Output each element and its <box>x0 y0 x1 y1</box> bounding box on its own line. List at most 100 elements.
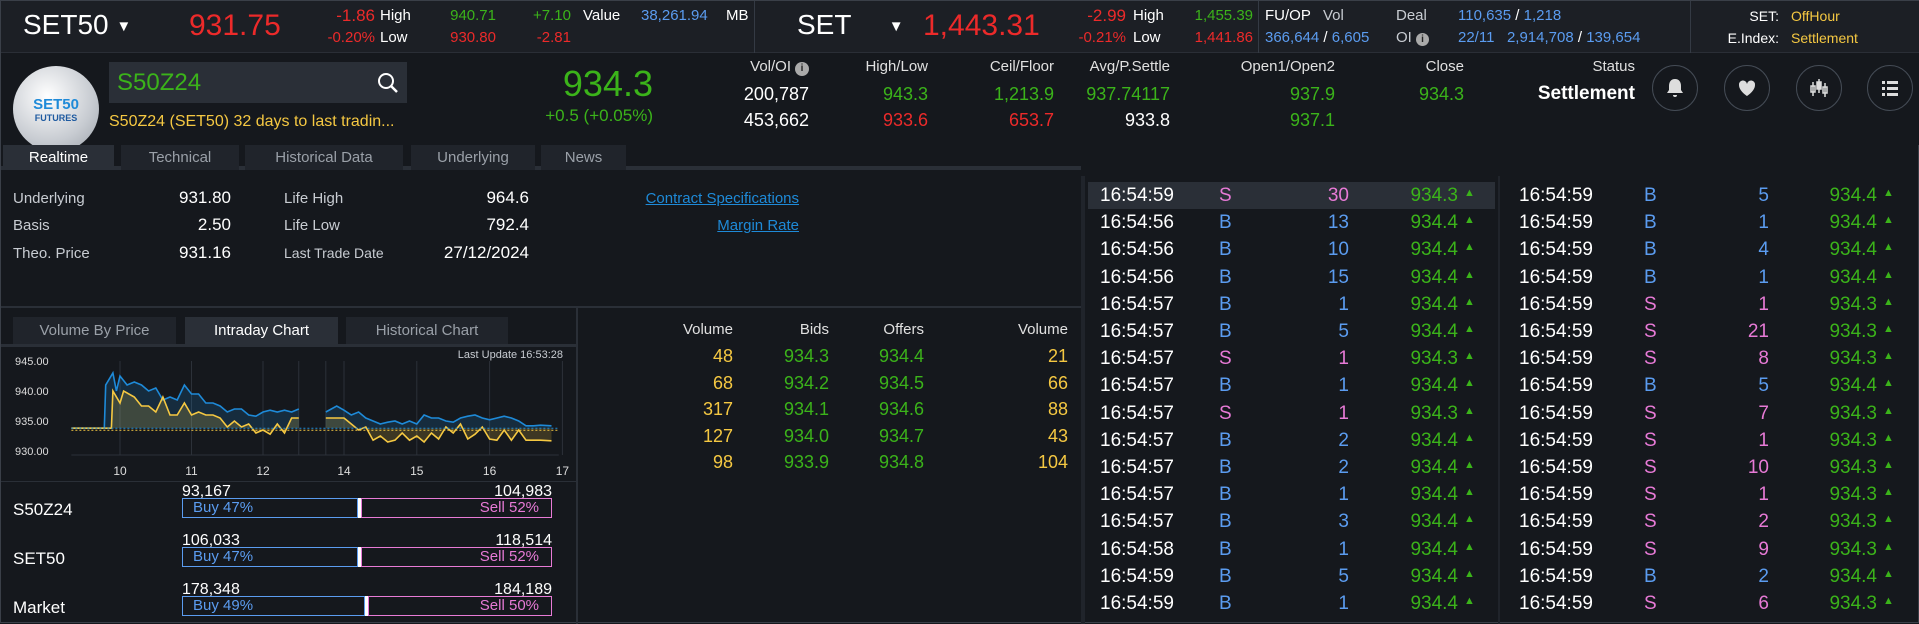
underlying-label: Underlying <box>13 190 85 207</box>
trade-volume: 1 <box>1338 375 1349 397</box>
trade-price: 934.3 <box>1829 402 1877 424</box>
buysell-market-buy-bar: Buy 49% <box>182 596 365 616</box>
dropdown-caret-icon: ▼ <box>888 18 904 36</box>
trade-price: 934.3 <box>1410 348 1458 370</box>
last-price: 934.3 <box>562 63 653 104</box>
trade-time: 16:54:59 <box>1519 511 1593 533</box>
up-arrow-icon: ▲ <box>1464 595 1475 607</box>
up-arrow-icon: ▲ <box>1883 241 1894 254</box>
trade-time: 16:54:59 <box>1519 457 1593 478</box>
trade-side: B <box>1219 321 1232 342</box>
bidoffer-bid-price: 934.3 <box>783 346 829 366</box>
trade-side: S <box>1219 185 1232 206</box>
trade-side: S <box>1644 511 1657 533</box>
set-pct: -0.21% <box>1078 29 1126 46</box>
life-low-value: 792.4 <box>486 215 529 234</box>
trade-time: 16:54:59 <box>1100 593 1174 614</box>
set50-pct: -0.20% <box>327 29 375 46</box>
trade-price: 934.4 <box>1410 239 1458 261</box>
up-arrow-icon: ▲ <box>1464 513 1475 526</box>
basis-value: 2.50 <box>197 215 231 234</box>
trade-side: S <box>1644 457 1657 478</box>
up-arrow-icon: ▲ <box>1883 350 1894 363</box>
trade-volume: 3 <box>1338 511 1349 533</box>
trade-side: B <box>1219 212 1232 234</box>
chart-last-update: Last Update 16:53:28 <box>457 349 563 361</box>
trade-price: 934.4 <box>1410 293 1458 315</box>
tab-historical-data[interactable]: Historical Data <box>245 145 403 170</box>
tab-news[interactable]: News <box>541 145 626 170</box>
trade-volume: 10 <box>1327 239 1349 261</box>
bidoffer-bid-volume: 317 <box>702 399 733 419</box>
header-col-close-value1: 934.3 <box>1418 84 1464 104</box>
list-button[interactable] <box>1867 65 1913 111</box>
bidoffer-offer-price: 934.5 <box>878 372 924 393</box>
life-low-label: Life Low <box>284 217 340 234</box>
trade-side: S <box>1644 538 1657 560</box>
trade-side: S <box>1219 402 1232 424</box>
buysell-market-sell-bar: Sell 50% <box>368 596 552 616</box>
trade-side: B <box>1644 375 1657 397</box>
contract-specifications-link[interactable]: Contract Specifications <box>601 190 799 207</box>
trade-price: 934.3 <box>1829 321 1877 342</box>
margin-rate-link[interactable]: Margin Rate <box>601 217 799 234</box>
trade-side: S <box>1644 321 1657 342</box>
up-arrow-icon: ▲ <box>1464 540 1475 553</box>
trade-time: 16:54:59 <box>1100 185 1174 206</box>
trade-time: 16:54:59 <box>1519 538 1593 560</box>
header-col-avg-p-settle-value2: 933.8 <box>1124 110 1170 130</box>
trade-volume: 21 <box>1747 321 1769 342</box>
trade-side: S <box>1219 348 1232 370</box>
high-label: High <box>1133 7 1164 24</box>
symbol-search-input[interactable]: S50Z24 <box>109 62 407 103</box>
x-tick-label: 14 <box>337 464 351 478</box>
tab-underlying[interactable]: Underlying <box>411 145 535 170</box>
up-arrow-icon: ▲ <box>1464 486 1475 499</box>
trade-side: B <box>1219 375 1232 397</box>
trade-volume: 1 <box>1758 429 1769 451</box>
series-1-area <box>325 406 552 429</box>
trade-side: B <box>1644 212 1657 234</box>
index-selector-set50[interactable]: SET50 ▼ <box>23 9 131 41</box>
bidoffer-bid-price: 933.9 <box>783 452 829 472</box>
trade-volume: 1 <box>1758 212 1769 234</box>
heart-button[interactable] <box>1724 65 1770 111</box>
search-icon[interactable] <box>377 72 399 94</box>
tab-technical[interactable]: Technical <box>121 145 239 170</box>
trade-price: 934.3 <box>1410 402 1458 424</box>
index-selector-set[interactable]: SET ▼ <box>797 9 904 41</box>
basis-label: Basis <box>13 217 50 234</box>
trade-volume: 5 <box>1758 185 1769 206</box>
set50-futures-logo: SET50 FUTURES <box>13 66 99 152</box>
trade-time: 16:54:59 <box>1519 321 1593 342</box>
chart-tab-intraday-chart[interactable]: Intraday Chart <box>185 317 338 344</box>
intraday-chart[interactable]: 10 11 12 14 15 16 17 945.00 940.00 935.00 930.00 <box>1 347 576 481</box>
trade-side: B <box>1219 511 1232 533</box>
trade-volume: 1 <box>1338 402 1349 424</box>
divider <box>1690 1 1691 53</box>
trade-side: B <box>1219 239 1232 261</box>
candlestick-button[interactable] <box>1796 65 1842 111</box>
trade-volume: 5 <box>1338 565 1349 587</box>
tab-realtime[interactable]: Realtime <box>3 145 114 170</box>
heart-icon <box>1738 80 1756 96</box>
chart-tab-historical-chart[interactable]: Historical Chart <box>346 317 508 344</box>
set-low: 1,441.86 <box>1194 29 1253 46</box>
sell-percent: Sell 52% <box>479 548 539 565</box>
set-high: 1,455.39 <box>1194 7 1253 24</box>
trade-side: B <box>1219 266 1232 288</box>
trade-price: 934.4 <box>1410 538 1458 560</box>
divider <box>1498 176 1500 624</box>
bell-button[interactable] <box>1652 65 1698 111</box>
header-col-open1-open2-value2: 937.1 <box>1289 110 1335 130</box>
sell-percent: Sell 52% <box>479 499 539 516</box>
chart-tab-volume-by-price[interactable]: Volume By Price <box>13 317 176 344</box>
divider <box>1 306 1081 308</box>
trade-price: 934.3 <box>1410 185 1458 206</box>
trade-volume: 5 <box>1338 321 1349 342</box>
up-arrow-icon: ▲ <box>1883 214 1894 227</box>
trade-price: 934.4 <box>1410 484 1458 506</box>
trade-side: B <box>1219 293 1232 315</box>
vol-label: Vol <box>1323 7 1344 24</box>
trade-price: 934.4 <box>1410 266 1458 288</box>
